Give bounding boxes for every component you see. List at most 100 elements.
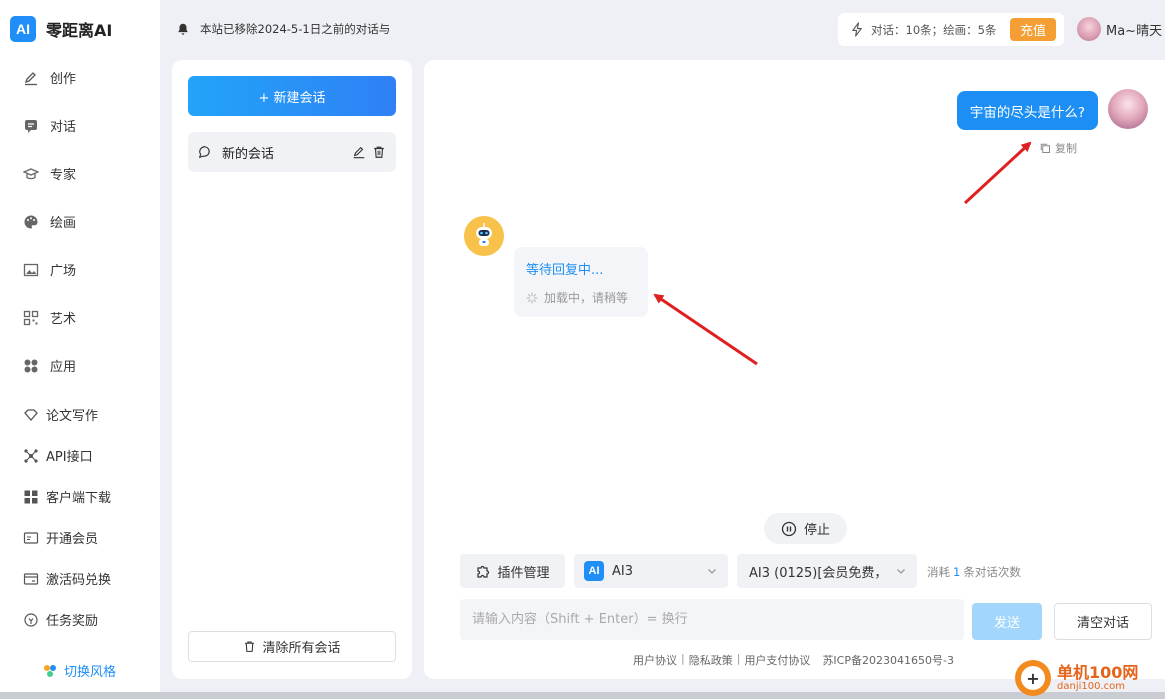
nav-label: 对话	[50, 120, 77, 135]
separator: |	[681, 652, 685, 665]
plugin-label: 插件管理	[497, 565, 550, 581]
consumption-info: 消耗 1 条对话次数	[927, 564, 1021, 580]
chat-icon	[22, 117, 40, 135]
chevron-down-icon	[897, 569, 905, 574]
side-nav: AI 零距离AI 创作 对话 专家 绘画 广场 艺术 应用 论文写作 API接口…	[0, 0, 160, 699]
footer-link-privacy[interactable]: 隐私政策	[689, 652, 733, 668]
stop-button[interactable]: 停止	[764, 513, 847, 544]
clear-all-label: 清除所有会话	[262, 641, 341, 656]
user-message-text: 宇宙的尽头是什么?	[969, 104, 1085, 121]
edit-icon[interactable]	[352, 145, 366, 159]
chevron-down-icon	[708, 569, 716, 574]
nav-label: 客户端下载	[46, 491, 112, 506]
theme-icon	[44, 664, 56, 677]
notice-text: 本站已移除2024-5-1日之前的对话与	[200, 22, 391, 36]
pen-icon	[22, 69, 40, 87]
nav-label: 绘画	[50, 216, 77, 231]
theme-switch-button[interactable]: 切换风格	[42, 661, 116, 680]
trash-icon	[245, 641, 255, 652]
grid-icon	[22, 488, 40, 506]
puzzle-icon	[477, 565, 490, 578]
nav-label: 激活码兑换	[46, 573, 112, 588]
chat-bubble-icon	[198, 146, 210, 159]
nav-item-apps[interactable]: 应用	[22, 356, 76, 375]
username: Ma~晴天	[1106, 23, 1163, 39]
consume-suffix: 条对话次数	[963, 565, 1021, 579]
nav-label: 广场	[50, 264, 77, 279]
apps-icon	[22, 357, 40, 375]
nav-label: API接口	[46, 450, 93, 465]
nav-item-art[interactable]: 艺术	[22, 308, 76, 327]
watermark-icon: +	[1015, 660, 1051, 696]
nav-item-reward[interactable]: 任务奖励	[22, 610, 98, 629]
graduation-cap-icon	[22, 165, 40, 183]
lightning-icon	[852, 22, 862, 37]
user-menu[interactable]: Ma~晴天	[1077, 17, 1162, 41]
message-input[interactable]	[460, 599, 964, 640]
nav-label: 开通会员	[46, 532, 99, 547]
recharge-button[interactable]: 充值	[1010, 18, 1056, 41]
new-conversation-button[interactable]: + 新建会话	[188, 76, 396, 116]
vip-card-icon	[22, 529, 40, 547]
consume-count: 1	[953, 565, 961, 579]
bot-loading-text: 加载中，请稍等	[544, 291, 629, 305]
qrcode-icon	[22, 309, 40, 327]
user-message-bubble: 宇宙的尽头是什么?	[956, 91, 1098, 130]
nav-item-activation[interactable]: 激活码兑换	[22, 569, 111, 588]
theme-switch-label: 切换风格	[64, 665, 117, 680]
nav-item-chat[interactable]: 对话	[22, 116, 76, 135]
consume-prefix: 消耗	[927, 565, 950, 579]
footer-links: 用户协议 | 隐私政策 | 用户支付协议 苏ICP备2023041650号-3	[633, 652, 954, 668]
footer-link-user-agreement[interactable]: 用户协议	[633, 652, 677, 668]
nav-label: 应用	[50, 360, 77, 375]
conversation-panel: + 新建会话 新的会话 清除所有会话	[172, 60, 412, 679]
delete-icon[interactable]	[372, 145, 386, 159]
user-avatar	[1108, 89, 1148, 129]
nav-item-api[interactable]: API接口	[22, 446, 93, 465]
bot-loading-status: 加载中，请稍等	[526, 289, 636, 306]
nav-item-create[interactable]: 创作	[22, 68, 76, 87]
plugin-manage-button[interactable]: 插件管理	[460, 554, 565, 588]
model-select[interactable]: AI AI3	[574, 554, 728, 588]
footer-link-payment[interactable]: 用户支付协议	[744, 652, 810, 668]
send-button[interactable]: 发送	[972, 603, 1042, 640]
nav-label: 专家	[50, 168, 77, 183]
model-variant-value: AI3 (0125)[会员免费，	[749, 565, 888, 581]
conversation-title: 新的会话	[222, 146, 275, 162]
nav-label: 论文写作	[46, 409, 99, 424]
clear-all-conversations-button[interactable]: 清除所有会话	[188, 631, 396, 662]
notice-banner: 本站已移除2024-5-1日之前的对话与	[176, 21, 390, 37]
watermark-url: danji100.com	[1057, 681, 1125, 693]
palette-icon	[22, 213, 40, 231]
pause-circle-icon	[781, 521, 797, 536]
icp-number[interactable]: 苏ICP备2023041650号-3	[822, 652, 954, 668]
nav-item-square[interactable]: 广场	[22, 260, 76, 279]
nav-item-expert[interactable]: 专家	[22, 164, 76, 183]
conversation-item[interactable]: 新的会话	[188, 132, 396, 172]
clear-chat-button[interactable]: 清空对话	[1054, 603, 1152, 640]
avatar	[1077, 17, 1101, 41]
stop-label: 停止	[803, 523, 830, 538]
nav-item-draw[interactable]: 绘画	[22, 212, 76, 231]
nav-item-paper[interactable]: 论文写作	[22, 405, 98, 424]
wallet-icon	[22, 570, 40, 588]
bot-message-bubble: 等待回复中... 加载中，请稍等	[514, 247, 648, 317]
copy-button[interactable]: 复制	[1039, 140, 1077, 156]
nav-label: 创作	[50, 72, 77, 87]
app-logo[interactable]: AI 零距离AI	[10, 16, 112, 42]
nav-item-download[interactable]: 客户端下载	[22, 487, 111, 506]
copy-label: 复制	[1055, 142, 1077, 155]
model-variant-select[interactable]: AI3 (0125)[会员免费，	[737, 554, 917, 588]
separator: |	[736, 652, 741, 665]
spinner-icon	[526, 292, 538, 303]
nav-item-vip[interactable]: 开通会员	[22, 528, 98, 547]
nav-label: 任务奖励	[46, 614, 99, 629]
nav-label: 艺术	[50, 312, 77, 327]
copy-icon	[1040, 143, 1050, 153]
diamond-icon	[22, 406, 40, 424]
bottom-scrollbar	[0, 692, 1165, 699]
chat-panel: 宇宙的尽头是什么? 复制 等待回复中... 加载中，请稍等 停止 插件管理 AI	[424, 60, 1165, 679]
app-name: 零距离AI	[46, 21, 113, 40]
reward-icon	[22, 611, 40, 629]
api-icon	[22, 447, 40, 465]
